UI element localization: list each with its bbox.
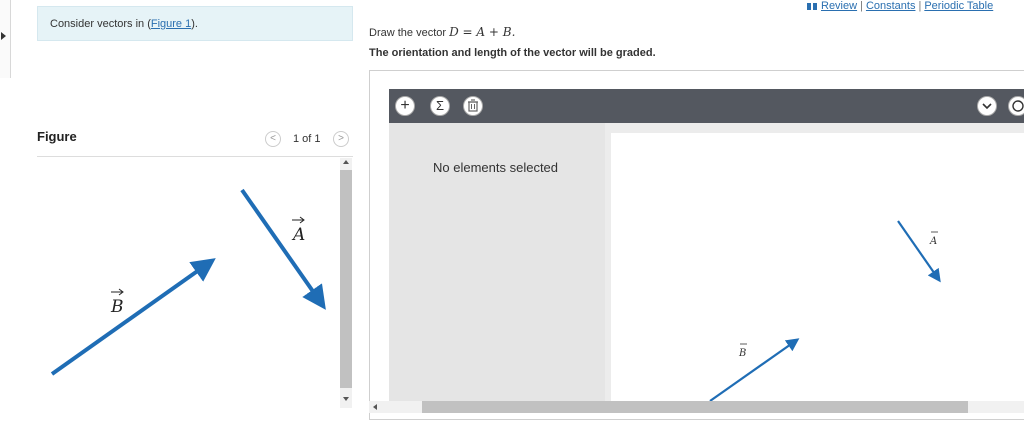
canvas-vectors[interactable]: A B	[611, 133, 1024, 401]
figure-link[interactable]: Figure 1	[151, 18, 191, 30]
vector-a-label: A	[291, 216, 305, 245]
figure-divider	[37, 156, 353, 157]
question-equation: D = A + B.	[449, 25, 516, 39]
canvas-vector-a[interactable]	[897, 220, 941, 283]
vector-a-arrow	[240, 188, 326, 310]
chevron-down-icon	[982, 103, 992, 110]
periodic-table-link[interactable]: Periodic Table	[924, 0, 993, 12]
figure-pager: 1 of 1	[293, 133, 321, 145]
question-prefix: Draw the vector	[369, 27, 447, 39]
canvas-scrollbar-thumb[interactable]	[422, 401, 968, 413]
scroll-down-icon[interactable]	[343, 397, 349, 401]
vector-b-label: B	[110, 288, 124, 317]
reset-icon	[1012, 100, 1024, 112]
prompt-text-before: Consider vectors in (	[50, 18, 151, 30]
canvas-label-b-text: B	[738, 348, 746, 359]
canvas-label-b: B	[738, 343, 747, 359]
delete-button[interactable]	[463, 96, 483, 116]
book-icon	[807, 2, 817, 10]
add-vector-button[interactable]: +	[395, 96, 415, 116]
scroll-left-icon[interactable]	[373, 404, 377, 410]
canvas-vector-b[interactable]	[709, 338, 800, 401]
canvas-label-a: A	[929, 231, 938, 247]
figure-next-button[interactable]: >	[333, 131, 349, 147]
scroll-up-icon[interactable]	[343, 160, 349, 164]
drawing-toolbar	[389, 89, 1024, 123]
figure-scrollbar-thumb[interactable]	[340, 170, 352, 388]
expand-arrow-icon[interactable]	[1, 32, 6, 40]
prompt-text-after: ).	[191, 18, 198, 30]
trash-icon	[468, 99, 478, 112]
reset-button[interactable]	[1008, 96, 1024, 116]
prompt-box: Consider vectors in (Figure 1).	[37, 6, 353, 41]
selection-status: No elements selected	[433, 160, 559, 175]
prompt-text: Consider vectors in (Figure 1).	[50, 18, 198, 30]
question-instruction: Draw the vector D = A + B.	[369, 25, 515, 39]
canvas-label-a-text: A	[929, 236, 937, 247]
review-link[interactable]: Review	[821, 0, 857, 12]
figure-title: Figure	[37, 129, 77, 144]
link-separator: |	[860, 0, 863, 12]
vector-a-text: A	[291, 225, 305, 245]
vector-b-text: B	[110, 297, 124, 317]
constants-link[interactable]: Constants	[866, 0, 916, 12]
sigma-button[interactable]: Σ	[430, 96, 450, 116]
dropdown-button[interactable]	[977, 96, 997, 116]
figure-prev-button[interactable]: <	[265, 131, 281, 147]
figure-diagram: A B	[50, 188, 326, 376]
question-grading-note: The orientation and length of the vector…	[369, 47, 656, 59]
vector-b-arrow	[50, 258, 216, 376]
resource-links: Review | Constants | Periodic Table	[807, 0, 993, 12]
link-separator: |	[918, 0, 922, 12]
